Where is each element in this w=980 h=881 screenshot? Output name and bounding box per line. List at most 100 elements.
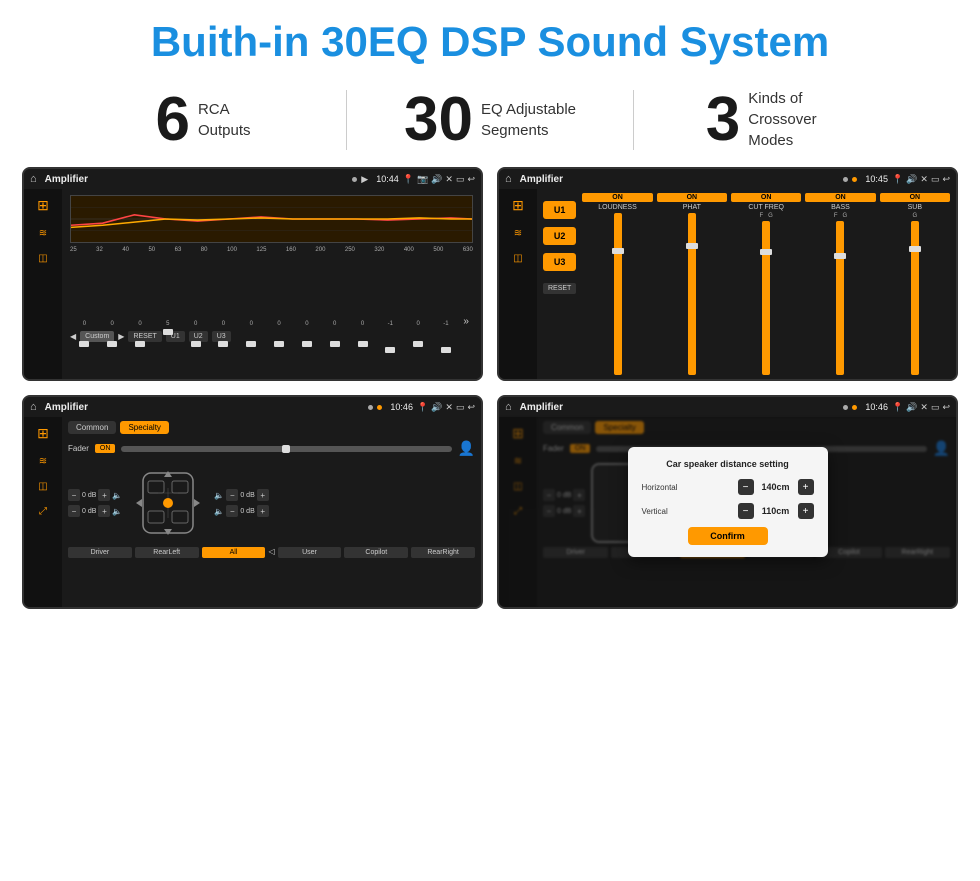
status-dot-1 xyxy=(352,177,357,182)
eq-slider-4[interactable]: 0 xyxy=(183,319,208,327)
eq-filter-icon[interactable]: ⊞ xyxy=(37,197,49,214)
play-icon[interactable]: ▶ xyxy=(361,174,368,185)
cx-filter-icon[interactable]: ⊞ xyxy=(512,197,524,214)
vertical-row: Vertical − 110cm + xyxy=(642,503,814,519)
horizontal-value: 140cm xyxy=(758,482,794,492)
eq-next-btn[interactable]: ▶ xyxy=(118,332,124,341)
bass-on-btn[interactable]: ON xyxy=(805,193,875,202)
fd-filter-icon[interactable]: ⊞ xyxy=(37,425,49,442)
stat-number-crossover: 3 xyxy=(706,89,740,151)
bass-slider[interactable] xyxy=(836,221,844,375)
vertical-minus-btn[interactable]: − xyxy=(738,503,754,519)
eq-slider-7[interactable]: 0 xyxy=(267,319,292,327)
fd-wave-icon[interactable]: ≋ xyxy=(39,456,47,467)
eq-slider-2[interactable]: 0 xyxy=(128,319,153,327)
eq-time: 10:44 xyxy=(376,174,399,184)
u1-button[interactable]: U1 xyxy=(543,201,576,219)
right-top-minus[interactable]: − xyxy=(226,489,238,501)
left-speakers: − 0 dB + 🔈 − 0 dB + 🔈 xyxy=(68,489,122,517)
eq-slider-12[interactable]: 0 xyxy=(406,319,431,327)
left-bot-minus[interactable]: − xyxy=(68,505,80,517)
cx-speaker-icon[interactable]: ◫ xyxy=(513,253,522,264)
fd-location-icon: 📍 xyxy=(417,402,428,413)
eq-slider-5[interactable]: 0 xyxy=(211,319,236,327)
cx-back-icon[interactable]: ↩ xyxy=(942,174,950,185)
fader-user-icon[interactable]: 👤 xyxy=(458,440,475,457)
eq-slider-13[interactable]: -1 xyxy=(434,319,459,327)
home-icon[interactable]: ⌂ xyxy=(30,173,37,185)
left-bot-plus[interactable]: + xyxy=(98,505,110,517)
all-btn[interactable]: All xyxy=(202,547,266,558)
common-tab[interactable]: Common xyxy=(68,421,116,434)
home-icon-fd[interactable]: ⌂ xyxy=(30,401,37,413)
fader-on-btn[interactable]: ON xyxy=(95,444,116,453)
right-speakers: 🔈 − 0 dB + 🔈 − 0 dB + xyxy=(214,489,268,517)
cx-reset-btn[interactable]: RESET xyxy=(543,283,576,294)
eq-slider-1[interactable]: 0 xyxy=(100,319,125,327)
speaker-layout: − 0 dB + 🔈 − 0 dB + 🔈 xyxy=(68,463,475,543)
eq-wave-icon[interactable]: ≋ xyxy=(39,228,47,239)
cutfreq-slider[interactable] xyxy=(762,221,770,375)
fd-expand-icon[interactable]: ⤢ xyxy=(39,506,47,517)
confirm-button[interactable]: Confirm xyxy=(688,527,768,545)
eq-slider-0[interactable]: 0 xyxy=(72,319,97,327)
rear-left-btn[interactable]: RearLeft xyxy=(135,547,199,558)
fader-screen-body: ⊞ ≋ ◫ ⤢ Common Specialty Fader ON 👤 xyxy=(24,417,481,607)
rear-right-btn[interactable]: RearRight xyxy=(411,547,475,558)
cx-wave-icon[interactable]: ≋ xyxy=(514,228,522,239)
eq-status-bar: ⌂ Amplifier ▶ 10:44 📍 📷 🔊 ✕ ▭ ↩ xyxy=(24,169,481,189)
cutfreq-on-btn[interactable]: ON xyxy=(731,193,801,202)
driver-btn[interactable]: Driver xyxy=(68,547,132,558)
user-btn[interactable]: User xyxy=(278,547,342,558)
window-icon-eq[interactable]: ▭ xyxy=(456,174,465,185)
left-top-minus[interactable]: − xyxy=(68,489,80,501)
eq-prev-btn[interactable]: ◀ xyxy=(70,332,76,341)
horizontal-minus-btn[interactable]: − xyxy=(738,479,754,495)
cx-close-icon[interactable]: ✕ xyxy=(920,174,928,185)
loudness-on-btn[interactable]: ON xyxy=(582,193,652,202)
right-top-speaker: 🔈 − 0 dB + xyxy=(214,489,268,501)
cx-window-icon[interactable]: ▭ xyxy=(931,174,940,185)
fd-speaker-icon[interactable]: ◫ xyxy=(38,481,47,492)
eq-slider-10[interactable]: 0 xyxy=(350,319,375,327)
sub-slider[interactable] xyxy=(911,221,919,375)
eq-sliders: 0 0 0 xyxy=(70,257,473,327)
fd-window-icon[interactable]: ▭ xyxy=(456,402,465,413)
sub-on-btn[interactable]: ON xyxy=(880,193,950,202)
eq-slider-expand[interactable]: » xyxy=(461,296,471,327)
screenshots-grid: ⌂ Amplifier ▶ 10:44 📍 📷 🔊 ✕ ▭ ↩ ⊞ ≋ ◫ xyxy=(0,167,980,619)
vertical-label: Vertical xyxy=(642,507,692,516)
fd-dot2 xyxy=(377,405,382,410)
fader-slider[interactable] xyxy=(121,446,451,452)
fd-back-icon[interactable]: ↩ xyxy=(467,402,475,413)
back-icon-eq[interactable]: ↩ xyxy=(467,174,475,185)
vertical-plus-btn[interactable]: + xyxy=(798,503,814,519)
eq-slider-11[interactable]: -1 xyxy=(378,319,403,327)
ch-sub: ON SUB G xyxy=(880,193,950,375)
phat-on-btn[interactable]: ON xyxy=(657,193,727,202)
eq-slider-3[interactable]: 5 xyxy=(155,319,180,327)
eq-slider-9[interactable]: 0 xyxy=(322,319,347,327)
horizontal-plus-btn[interactable]: + xyxy=(798,479,814,495)
right-bot-plus[interactable]: + xyxy=(257,505,269,517)
close-icon-eq[interactable]: ✕ xyxy=(445,174,453,185)
ch-phat: ON PHAT xyxy=(657,193,727,375)
fader-screen: ⌂ Amplifier 10:46 📍 🔊 ✕ ▭ ↩ ⊞ ≋ ◫ ⤢ xyxy=(22,395,483,609)
crossover-main: U1 U2 U3 RESET ON LOUDNESS xyxy=(537,189,956,379)
right-bot-minus[interactable]: − xyxy=(226,505,238,517)
specialty-tab[interactable]: Specialty xyxy=(120,421,168,434)
right-top-plus[interactable]: + xyxy=(257,489,269,501)
eq-reset-btn[interactable]: RESET xyxy=(128,331,161,342)
copilot-btn[interactable]: Copilot xyxy=(344,547,408,558)
u2-button[interactable]: U2 xyxy=(543,227,576,245)
u3-button[interactable]: U3 xyxy=(543,253,576,271)
phat-slider[interactable] xyxy=(688,213,696,375)
eq-slider-8[interactable]: 0 xyxy=(295,319,320,327)
fd-close-icon[interactable]: ✕ xyxy=(445,402,453,413)
eq-speaker-icon[interactable]: ◫ xyxy=(38,253,47,264)
cx-dot1 xyxy=(843,177,848,182)
loudness-slider[interactable] xyxy=(614,213,622,375)
eq-slider-6[interactable]: 0 xyxy=(239,319,264,327)
left-top-plus[interactable]: + xyxy=(98,489,110,501)
home-icon-cx[interactable]: ⌂ xyxy=(505,173,512,185)
